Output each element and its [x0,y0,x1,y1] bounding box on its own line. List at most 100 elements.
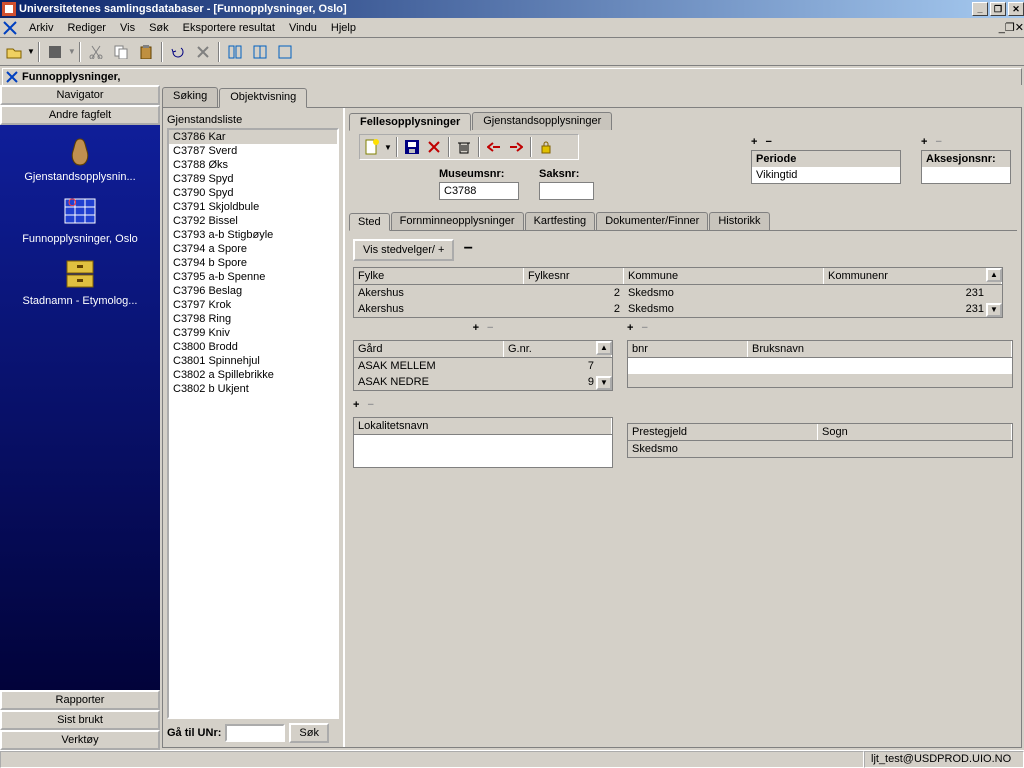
scroll-down-icon[interactable]: ▼ [986,303,1002,317]
col-kommune[interactable]: Kommune [624,268,824,284]
tab-kartfesting[interactable]: Kartfesting [525,212,596,230]
restore-button[interactable]: ❐ [990,2,1006,16]
list-item[interactable]: C3787 Sverd [169,144,337,158]
list-item[interactable]: C3794 a Spore [169,242,337,256]
menu-eksportere[interactable]: Eksportere resultat [176,20,282,36]
table-row[interactable]: ASAK NEDRE 9 [354,374,612,390]
menu-arkiv[interactable]: Arkiv [22,20,60,36]
lock-icon[interactable] [536,137,556,157]
table-row[interactable]: ASAK MELLEM 7 [354,358,612,374]
menu-sok[interactable]: Søk [142,20,176,36]
cancel-icon[interactable] [191,41,215,63]
trash-icon[interactable] [454,137,474,157]
list-item[interactable]: C3791 Skjoldbule [169,200,337,214]
list-item[interactable]: C3788 Øks [169,158,337,172]
save-icon[interactable] [402,137,422,157]
tab-sted[interactable]: Sted [349,213,390,231]
scroll-up-icon[interactable]: ▲ [986,268,1002,282]
list-item[interactable]: C3801 Spinnehjul [169,354,337,368]
list-item[interactable]: C3795 a-b Spenne [169,270,337,284]
list-item[interactable]: C3799 Kniv [169,326,337,340]
bnr-remove-icon[interactable]: − [641,322,647,334]
periode-add-icon[interactable]: + [751,136,757,148]
periode-value[interactable]: Vikingtid [752,167,900,183]
bnr-add-icon[interactable]: + [627,322,633,334]
next-icon[interactable] [506,137,526,157]
goto-input[interactable] [225,724,285,742]
layout3-icon[interactable] [273,41,297,63]
periode-remove-icon[interactable]: − [765,136,771,148]
list-item[interactable]: C3786 Kar [169,130,337,144]
saksnr-field[interactable] [539,182,594,200]
rapporter-button[interactable]: Rapporter [0,690,160,710]
close-button[interactable]: ✕ [1008,2,1024,16]
list-item[interactable]: C3798 Ring [169,312,337,326]
list-item[interactable]: C3793 a-b Stigbøyle [169,228,337,242]
copy-icon[interactable] [109,41,133,63]
menu-hjelp[interactable]: Hjelp [324,20,363,36]
list-item[interactable]: C3802 a Spillebrikke [169,368,337,382]
lokalitet-remove-icon[interactable]: − [367,399,373,411]
minimize-button[interactable]: _ [972,2,988,16]
new-icon[interactable] [362,137,382,157]
list-item[interactable]: C3796 Beslag [169,284,337,298]
col-fylkesnr[interactable]: Fylkesnr [524,268,624,284]
tab-soking[interactable]: Søking [162,87,218,107]
paste-icon[interactable] [134,41,158,63]
layout2-icon[interactable] [248,41,272,63]
tab-fellesopplysninger[interactable]: Fellesopplysninger [349,113,471,131]
scroll-down-icon[interactable]: ▼ [596,376,612,390]
list-item[interactable]: C3797 Krok [169,298,337,312]
col-kommunenr[interactable]: Kommunenr [824,268,1002,284]
col-bnr[interactable]: bnr [628,341,748,357]
cut-icon[interactable] [84,41,108,63]
list-item[interactable]: C3789 Spyd [169,172,337,186]
aksesjon-value[interactable] [922,167,1010,183]
col-bruksnavn[interactable]: Bruksnavn [748,341,1012,357]
vis-stedvelger-button[interactable]: Vis stedvelger/ + [353,239,454,261]
undo-icon[interactable] [166,41,190,63]
lokalitet-value[interactable] [354,435,612,467]
table-row[interactable]: Akershus 2 Skedsmo 231 [354,301,1002,317]
museumsnr-field[interactable]: C3788 [439,182,519,200]
tab-gjenstandsopplysninger[interactable]: Gjenstandsopplysninger [472,112,612,130]
list-item[interactable]: C3800 Brodd [169,340,337,354]
tab-objektvisning[interactable]: Objektvisning [219,88,307,108]
tab-fornminne[interactable]: Fornminneopplysninger [391,212,524,230]
andre-fagfelt-button[interactable]: Andre fagfelt [0,105,160,125]
lokalitet-add-icon[interactable]: + [353,399,359,411]
menu-vindu[interactable]: Vindu [282,20,324,36]
delete-icon[interactable] [424,137,444,157]
sok-button[interactable]: Søk [289,723,329,743]
sistbrukt-button[interactable]: Sist brukt [0,710,160,730]
col-gard[interactable]: Gård [354,341,504,357]
prev-icon[interactable] [484,137,504,157]
nav-stadnamn[interactable]: Stadnamn - Etymolog... [0,255,160,311]
mdi-close-button[interactable]: ✕ [1015,21,1024,34]
sted-remove-icon[interactable]: − [464,240,473,257]
nav-gjenstandsopplysninger[interactable]: Gjenstandsopplysnin... [0,131,160,187]
list-item[interactable]: C3792 Bissel [169,214,337,228]
tab-dokumenter[interactable]: Dokumenter/Finner [596,212,708,230]
gjenstandsliste[interactable]: C3786 Kar C3787 Sverd C3788 Øks C3789 Sp… [167,128,339,719]
navigator-button[interactable]: Navigator [0,85,160,105]
menu-vis[interactable]: Vis [113,20,142,36]
open-icon[interactable] [2,41,26,63]
list-item[interactable]: C3790 Spyd [169,186,337,200]
list-item[interactable]: C3802 b Ukjent [169,382,337,396]
gard-add-icon[interactable]: + [473,322,479,334]
mdi-restore-button[interactable]: ❐ [1005,21,1015,34]
aksesjon-add-icon[interactable]: + [921,136,927,148]
scroll-up-icon[interactable]: ▲ [596,341,612,355]
stop-icon[interactable] [43,41,67,63]
tab-historikk[interactable]: Historikk [709,212,769,230]
aksesjon-remove-icon[interactable]: − [935,136,941,148]
menu-rediger[interactable]: Rediger [60,20,113,36]
layout1-icon[interactable] [223,41,247,63]
verktoy-button[interactable]: Verktøy [0,730,160,750]
gard-remove-icon[interactable]: − [487,322,493,334]
table-row[interactable]: Akershus 2 Skedsmo 231 [354,285,1002,301]
col-fylke[interactable]: Fylke [354,268,524,284]
table-row[interactable]: Skedsmo [628,441,1012,457]
nav-funnopplysninger[interactable]: O Funnopplysninger, Oslo [0,193,160,249]
